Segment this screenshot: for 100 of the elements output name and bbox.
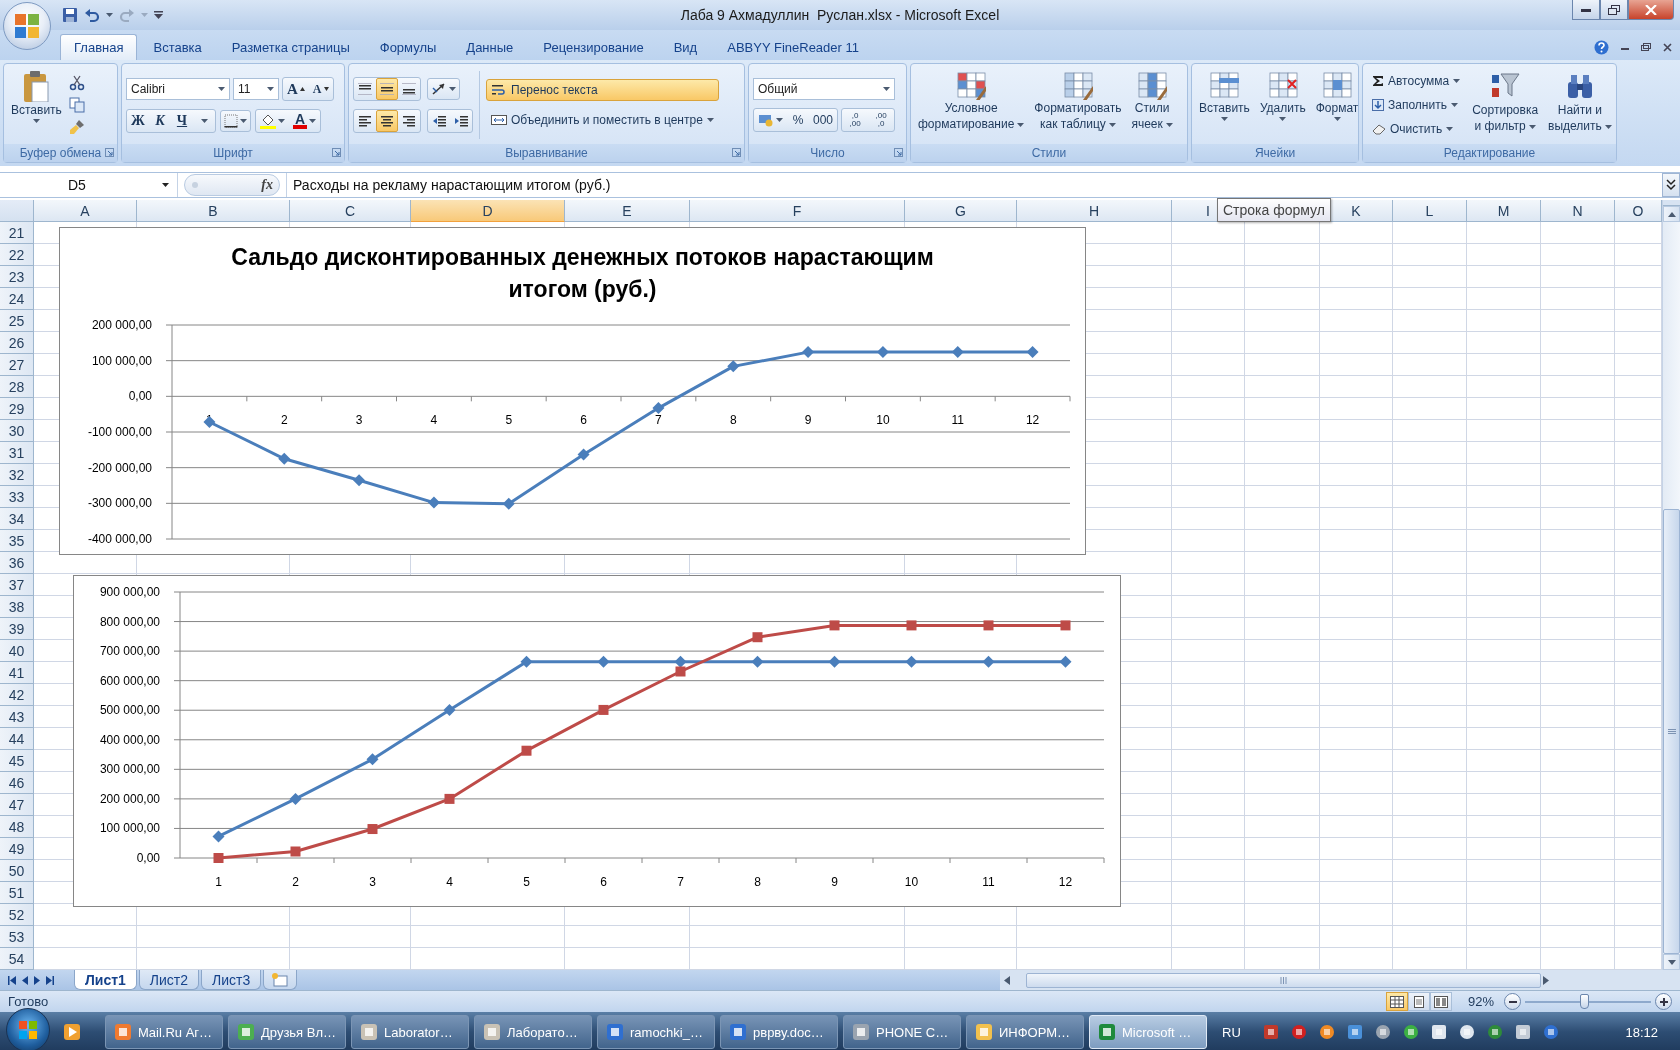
scroll-up-button[interactable] [1663, 206, 1680, 222]
column-header[interactable]: A [34, 200, 137, 222]
bold-button[interactable]: Ж [127, 110, 149, 132]
wrap-text-button[interactable]: Перенос текста [486, 79, 719, 101]
restore-button[interactable] [1600, 0, 1628, 20]
sheet-tab[interactable]: Лист2 [138, 970, 200, 990]
underline-button[interactable]: Ч [171, 110, 193, 132]
column-header[interactable]: N [1541, 200, 1615, 222]
column-header[interactable]: B [137, 200, 290, 222]
row-header[interactable]: 37 [0, 574, 34, 596]
row-header[interactable]: 54 [0, 948, 34, 970]
row-header[interactable]: 52 [0, 904, 34, 926]
thousands-button[interactable]: 000 [809, 109, 838, 131]
zoom-level[interactable]: 92% [1467, 994, 1494, 1009]
media-player-icon[interactable] [63, 1023, 81, 1041]
row-header[interactable]: 48 [0, 816, 34, 838]
taskbar-item[interactable]: Друзья Вл… [228, 1015, 346, 1049]
row-header[interactable]: 39 [0, 618, 34, 640]
view-button[interactable] [1385, 992, 1408, 1011]
row-header[interactable]: 21 [0, 222, 34, 244]
customize-icon[interactable] [154, 11, 163, 19]
zoom-out-button[interactable] [1504, 993, 1521, 1010]
row-header[interactable]: 42 [0, 684, 34, 706]
row-header[interactable]: 35 [0, 530, 34, 552]
column-header[interactable]: D [411, 200, 565, 222]
dialog-launcher-icon[interactable] [332, 148, 341, 157]
tray-icon[interactable] [1261, 1023, 1280, 1041]
column-header[interactable]: L [1393, 200, 1467, 222]
row-header[interactable]: 46 [0, 772, 34, 794]
column-header[interactable]: O [1615, 200, 1662, 222]
vertical-align-button[interactable] [376, 78, 398, 100]
taskbar-item[interactable]: ИНФОРМ… [966, 1015, 1084, 1049]
column-header[interactable]: G [905, 200, 1017, 222]
zoom-in-button[interactable] [1655, 993, 1672, 1010]
help-icon[interactable] [1594, 39, 1609, 55]
row-header[interactable]: 34 [0, 508, 34, 530]
language-indicator[interactable]: RU [1222, 1024, 1241, 1040]
shrink-font-button[interactable]: A [308, 78, 333, 100]
cells-button[interactable]: Удалить [1256, 67, 1309, 143]
dialog-launcher-icon[interactable] [105, 148, 114, 157]
column-header[interactable]: F [690, 200, 905, 222]
formula-field[interactable]: Расходы на рекламу нарастающим итогом (руб.) [286, 173, 1656, 197]
taskbar-item[interactable]: ramochki_… [597, 1015, 715, 1049]
row-header[interactable]: 29 [0, 398, 34, 420]
row-header[interactable]: 36 [0, 552, 34, 574]
horizontal-scrollbar[interactable] [1000, 970, 1680, 990]
ribbon-tab[interactable]: Вид [659, 34, 712, 60]
minimize-button[interactable] [1572, 0, 1600, 20]
next-sheet-icon[interactable] [34, 975, 40, 985]
row-header[interactable]: 40 [0, 640, 34, 662]
last-sheet-icon[interactable] [46, 975, 54, 985]
ribbon-tab[interactable]: Данные [452, 34, 528, 60]
percent-button[interactable]: % [787, 109, 809, 131]
expand-button[interactable] [1662, 173, 1680, 197]
taskbar-item[interactable]: Laborator… [351, 1015, 469, 1049]
row-header[interactable]: 32 [0, 464, 34, 486]
dialog-launcher-icon[interactable] [894, 148, 903, 157]
name-box[interactable]: D5 [0, 173, 178, 197]
row-header[interactable]: 24 [0, 288, 34, 310]
paste-button[interactable]: Вставить [8, 67, 65, 143]
tray-icon[interactable] [1513, 1023, 1532, 1041]
left-arrow-icon[interactable] [1004, 975, 1010, 985]
cells-button[interactable]: Вставить [1196, 67, 1253, 143]
ribbon-tab[interactable]: Вставка [139, 34, 216, 60]
scroll-thumb[interactable] [1026, 972, 1541, 988]
right-arrow-icon[interactable] [1543, 975, 1549, 985]
row-header[interactable]: 26 [0, 332, 34, 354]
row-header[interactable]: 44 [0, 728, 34, 750]
ribbon-tab[interactable]: ABBYY FineReader 11 [713, 34, 873, 60]
row-header[interactable]: 50 [0, 860, 34, 882]
row-header[interactable]: 41 [0, 662, 34, 684]
copy-icon[interactable] [68, 97, 85, 113]
row-header[interactable]: 22 [0, 244, 34, 266]
taskbar-item[interactable]: Mail.Ru Аг… [105, 1015, 223, 1049]
taskbar-item[interactable]: рврву.doc… [720, 1015, 838, 1049]
dialog-launcher-icon[interactable] [732, 148, 741, 157]
sheet-tab[interactable]: Лист1 [74, 970, 137, 990]
grow-font-button[interactable]: A [283, 78, 309, 100]
scroll-thumb[interactable] [1663, 509, 1680, 954]
undo-icon[interactable] [84, 7, 100, 23]
row-header[interactable]: 47 [0, 794, 34, 816]
styles-button[interactable]: Стили ячеек [1128, 67, 1176, 143]
ribbon-tab[interactable]: Рецензирование [529, 34, 658, 60]
italic-button[interactable]: К [149, 110, 171, 132]
decimal-button[interactable]: ,0 ,00 [842, 109, 869, 131]
row-header[interactable]: 38 [0, 596, 34, 618]
column-header[interactable]: E [565, 200, 690, 222]
column-header[interactable]: C [290, 200, 411, 222]
vertical-scrollbar[interactable] [1662, 200, 1680, 970]
split-handle[interactable] [1663, 200, 1680, 206]
row-header[interactable]: 45 [0, 750, 34, 772]
number-format-combo[interactable]: Общий [753, 78, 895, 100]
orientation-button[interactable] [427, 78, 460, 100]
row-header[interactable]: 25 [0, 310, 34, 332]
row-header[interactable]: 23 [0, 266, 34, 288]
start-button[interactable] [6, 1008, 50, 1050]
restore-icon[interactable] [1641, 43, 1651, 51]
row-header[interactable]: 27 [0, 354, 34, 376]
row-header[interactable]: 43 [0, 706, 34, 728]
save-icon[interactable] [62, 7, 78, 23]
